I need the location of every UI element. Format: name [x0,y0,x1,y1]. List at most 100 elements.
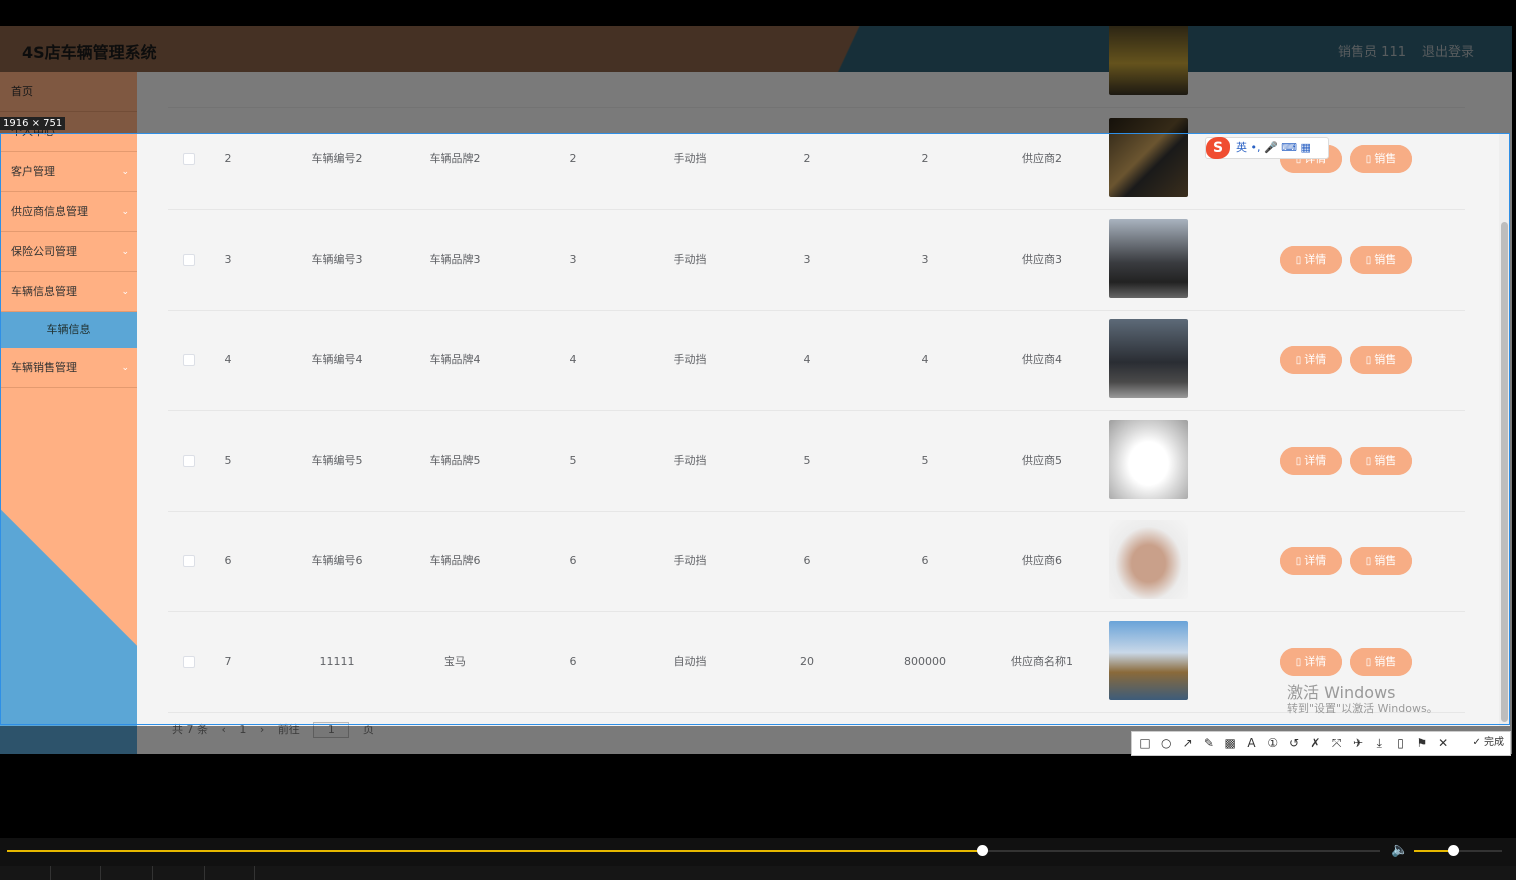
activation-watermark-subtitle: 转到"设置"以激活 Windows。 [1287,702,1438,715]
table-row: 4 车辆编号4 车辆品牌4 4 手动挡 4 4 供应商4 ▯ 详情 ▯ 销售 [168,310,1465,411]
sidebar-item-label: 客户管理 [11,165,55,178]
ime-status[interactable]: 英 •, 🎤 ⌨ ▦ [1236,138,1311,158]
taskbar-strip [0,866,1516,880]
sogou-logo-icon: S [1206,137,1230,159]
document-icon: ▯ [1365,455,1372,467]
screenshot-dim-overlay-top [0,26,1512,134]
table-cell-idx: 6 [224,554,232,567]
taskbar-slot[interactable] [204,866,255,880]
table-cell-idx: 5 [224,453,232,467]
detail-button[interactable]: ▯详情 [1280,346,1342,374]
table-cell-idx: 3 [224,252,232,266]
table-cell-idx: 4 [224,353,232,366]
chevron-down-icon: ⌄ [121,247,129,257]
sidebar-item-vehicles[interactable]: 车辆信息管理 ⌄ [0,272,137,312]
sidebar-item-suppliers[interactable]: 供应商信息管理 ⌄ [0,192,137,232]
detail-button[interactable]: ▯详情 [1280,245,1342,274]
row-checkbox[interactable] [183,354,195,366]
ime-toolbar[interactable]: S 英 •, 🎤 ⌨ ▦ [1205,137,1329,159]
sidebar-item-customers[interactable]: 客户管理 ⌄ [0,152,137,192]
table-row: 7 11111 宝马 6 自动挡 20 800000 供应商名称1 ▯ 详情 ▯ 销售 [168,612,1465,713]
sell-button[interactable]: ▯ 销售 [1350,346,1412,374]
sidebar-subitem-vehicle-info[interactable]: 车辆信息 [0,312,137,348]
sidebar-item-label: 供应商信息管理 [11,205,88,218]
vehicle-photo [1109,319,1188,398]
taskbar-slot[interactable] [100,866,153,880]
row-checkbox[interactable] [183,253,195,266]
document-icon: ▯ [1365,656,1372,668]
arrow-icon[interactable]: ↗ [1180,735,1196,751]
table-cell-supplier: 供应商名称1 [1011,654,1073,668]
detail-button-label: 详情 [1304,252,1327,266]
row-checkbox[interactable] [183,153,195,165]
document-icon: ▯ [1365,355,1372,366]
detail-button-label: 详情 [1304,654,1327,668]
document-icon: ▯ [1295,355,1302,366]
save-icon[interactable]: ⤓ [1371,735,1387,751]
pin-icon[interactable]: ✗ [1307,735,1323,751]
detail-button-label: 详情 [1304,353,1327,366]
chevron-down-icon: ⌄ [121,363,129,373]
bookmark-icon[interactable]: ⚑ [1414,735,1430,751]
volume-fill [1414,850,1453,852]
sell-button[interactable]: ▯ 销售 [1350,446,1412,475]
translate-icon[interactable]: ✈ [1350,735,1366,751]
pen-icon[interactable]: ✎ [1201,735,1217,751]
document-icon: ▯ [1365,154,1372,165]
table-row: 5 车辆编号5 车辆品牌5 5 手动挡 5 5 供应商5 ▯ 详情 ▯ 销售 [168,411,1465,512]
sell-button[interactable]: ▯ 销售 [1350,547,1412,575]
sidebar-item-label: 车辆销售管理 [11,361,77,374]
vehicle-photo [1109,520,1188,599]
detail-button[interactable]: ▯详情 [1280,446,1342,475]
table-row: 3 车辆编号3 车辆品牌3 3 手动挡 3 3 供应商3 ▯ 详情 ▯ 销售 [168,210,1465,311]
taskbar-slot[interactable] [152,866,205,880]
mosaic-icon[interactable]: ▩ [1222,735,1238,751]
volume-icon[interactable]: 🔈 [1391,842,1408,858]
table-cell-supplier: 供应商6 [1022,554,1062,567]
detail-button[interactable]: ▯详情 [1280,547,1342,575]
sidebar-item-sales[interactable]: 车辆销售管理 ⌄ [0,348,137,388]
table-cell-supplier: 供应商5 [1022,453,1062,467]
main-content: 2车辆编号2车辆品牌22手动挡22供应商2▯详情▯销售3车辆编号3车辆品牌33手… [137,26,1512,754]
text-icon[interactable]: A [1244,735,1260,751]
sell-button-label: 销售 [1374,654,1397,668]
sell-button[interactable]: ▯ 销售 [1350,145,1412,173]
taskbar-slot[interactable] [0,866,51,880]
row-checkbox[interactable] [183,454,195,467]
number-icon[interactable]: ① [1265,735,1281,751]
document-icon: ▯ [1295,656,1302,668]
ellipse-icon[interactable]: ○ [1158,735,1174,751]
volume-knob[interactable] [1447,845,1459,856]
ocr-icon[interactable]: ⤧ [1329,735,1345,751]
table-row: 6 车辆编号6 车辆品牌6 6 手动挡 6 6 供应商6 ▯ 详情 ▯ 销售 [168,511,1465,612]
scrollbar-thumb[interactable] [1501,222,1508,722]
row-checkbox[interactable] [183,655,195,668]
document-icon: ▯ [1295,455,1302,467]
document-icon: ▯ [1365,254,1372,266]
vertical-scrollbar[interactable] [1499,134,1510,726]
sell-button-label: 销售 [1374,453,1397,467]
document-icon: ▯ [1295,556,1302,567]
row-checkbox[interactable] [183,555,195,567]
close-icon[interactable]: ✕ [1435,735,1451,751]
sell-button-label: 销售 [1374,152,1397,165]
progress-fill [7,850,982,852]
document-icon: ▯ [1365,556,1372,567]
undo-icon[interactable]: ↺ [1286,735,1302,751]
detail-button[interactable]: ▯详情 [1280,647,1342,676]
sell-button[interactable]: ▯ 销售 [1350,647,1412,676]
chevron-down-icon: ⌄ [121,287,129,297]
copy-icon[interactable]: ▯ [1393,735,1409,751]
sidebar-item-label: 车辆信息管理 [11,285,77,298]
screenshot-toolbar: ✓ 完成 □ ○ ↗ ✎ ▩ A ① ↺ ✗ ⤧ ✈ ⤓ ▯ ⚑ ✕ [1131,731,1511,756]
rectangle-icon[interactable]: □ [1137,735,1153,751]
progress-knob[interactable] [976,845,988,856]
sell-button[interactable]: ▯ 销售 [1350,245,1412,274]
screenshot-dim-overlay-right [1510,134,1512,726]
taskbar-slot[interactable] [50,866,101,880]
done-button[interactable]: ✓ 完成 [1472,735,1504,751]
document-icon: ▯ [1295,254,1302,266]
detail-button-label: 详情 [1304,554,1327,567]
vehicle-photo [1109,218,1188,298]
sidebar-item-insurance[interactable]: 保险公司管理 ⌄ [0,232,137,272]
